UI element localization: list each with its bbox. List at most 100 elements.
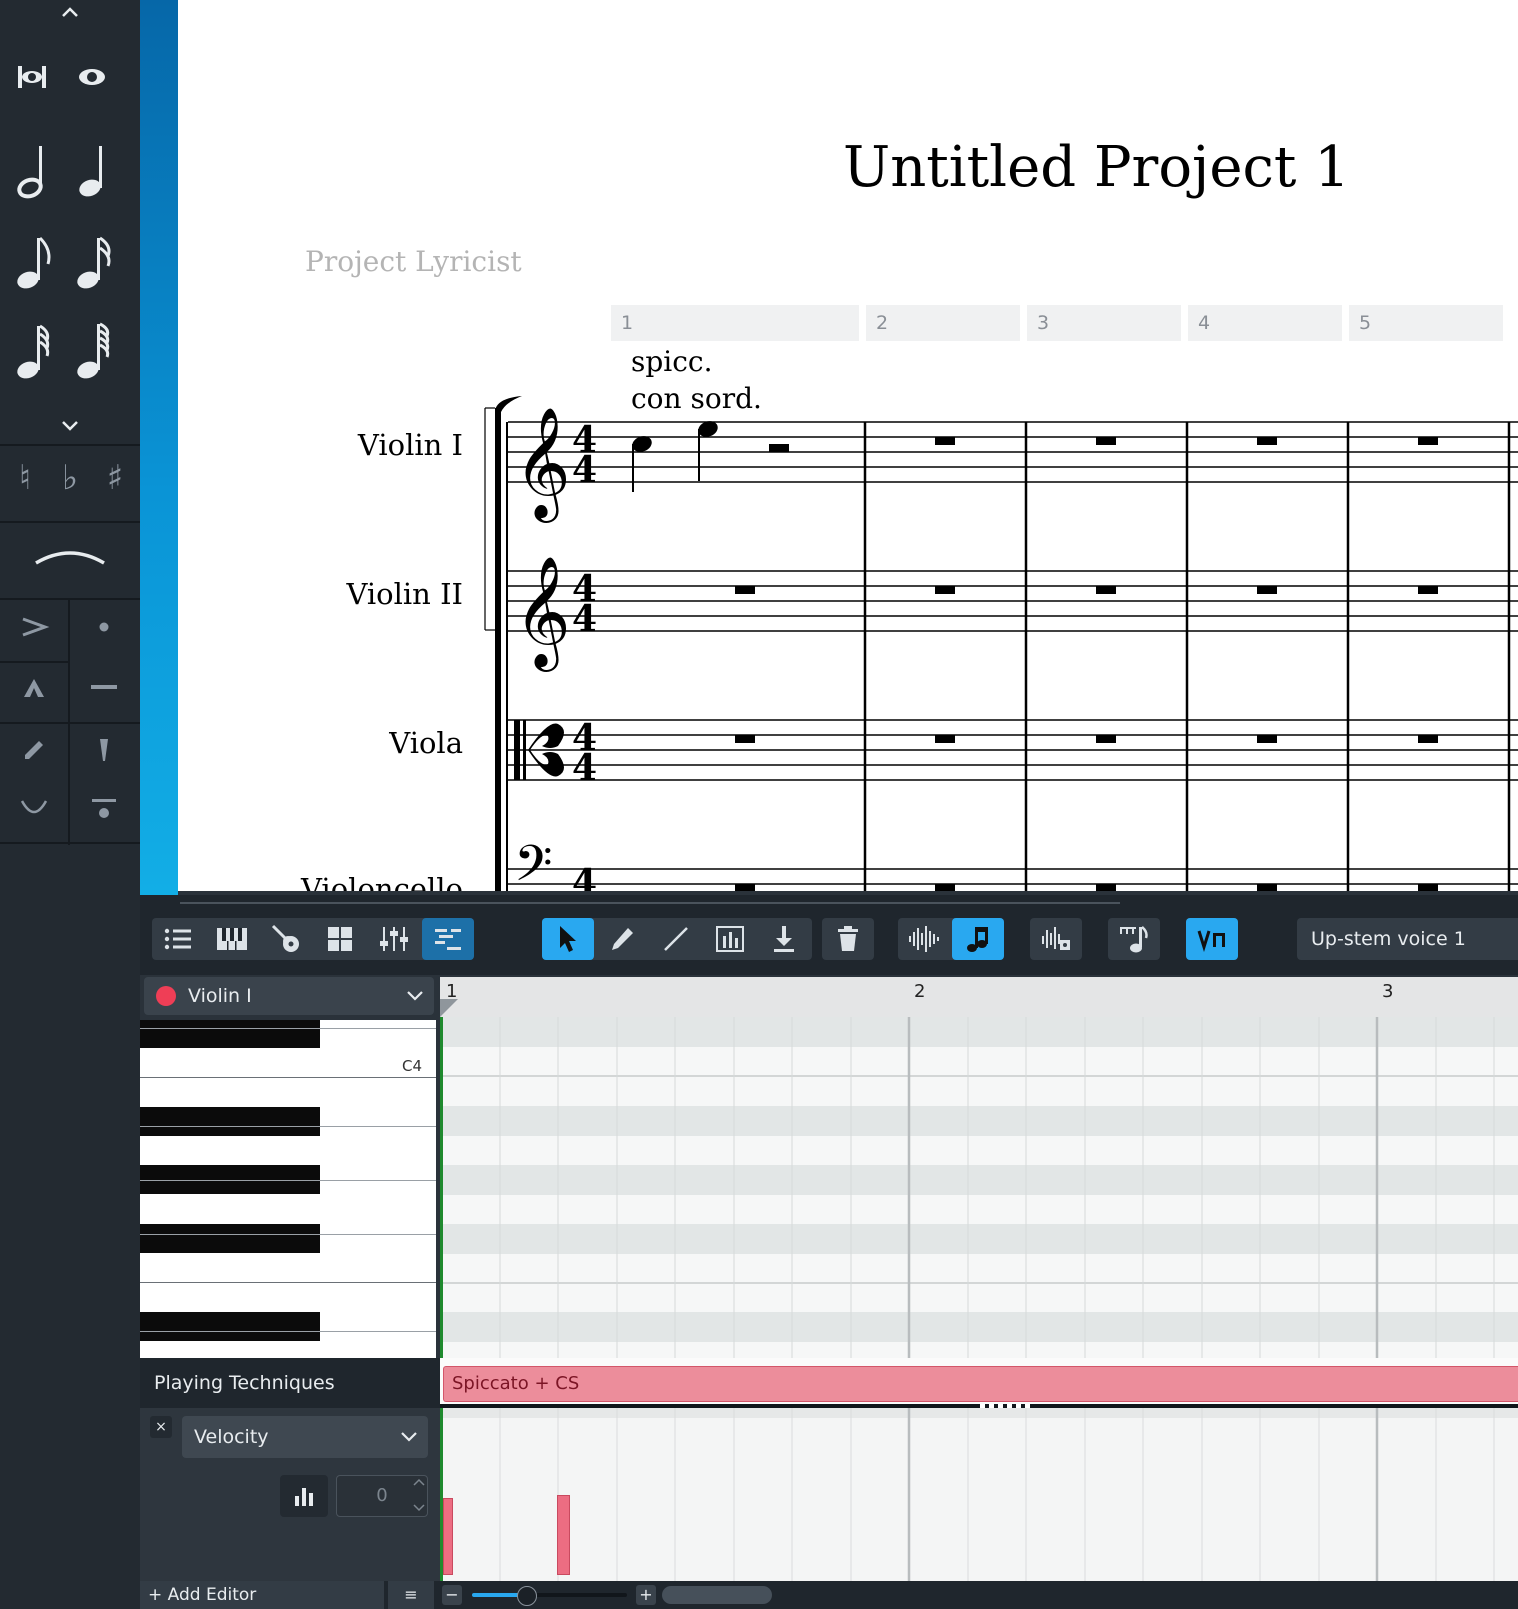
add-editor-button[interactable]: + Add Editor	[140, 1581, 384, 1609]
key-editor-toolbar: Up-stem voice 1	[140, 895, 1518, 975]
c4-label: C4	[402, 1057, 423, 1075]
voice-selector[interactable]: Up-stem voice 1	[1297, 918, 1518, 960]
clefs: 𝄞 𝄞 𝄢	[514, 406, 571, 895]
svg-text:4: 4	[572, 598, 597, 640]
lower-zone-footer: + Add Editor ≡ − +	[140, 1581, 1518, 1609]
black-key[interactable]	[140, 1020, 320, 1048]
sharp-icon[interactable]: ♯	[100, 458, 130, 504]
voice-icon[interactable]	[1186, 918, 1238, 960]
velocity-box-icon[interactable]	[704, 918, 756, 960]
select-arrow-icon[interactable]	[542, 918, 594, 960]
staccato-icon[interactable]	[84, 615, 124, 645]
velocity-lane[interactable]	[440, 1408, 1518, 1581]
velocity-editor-panel: × Velocity 0	[140, 1408, 440, 1581]
tenuto-icon[interactable]	[84, 675, 124, 705]
treble-clef-icon: 𝄞	[514, 555, 571, 672]
piano-icon[interactable]	[206, 918, 258, 960]
zoom-out-button[interactable]: −	[442, 1585, 462, 1605]
eighth-note-icon[interactable]	[12, 232, 56, 292]
controller-lane-name: Velocity	[194, 1426, 269, 1448]
note-icon[interactable]	[952, 918, 1004, 960]
svg-text:4: 4	[572, 747, 597, 789]
dynamics-icon[interactable]	[1030, 918, 1082, 960]
trash-icon[interactable]	[822, 918, 874, 960]
playing-techniques-lane[interactable]: Spiccato + CS	[440, 1358, 1518, 1408]
delete-group	[822, 918, 874, 960]
score-notation[interactable]: 𝄞 𝄞 𝄢 44 44 44 4	[178, 0, 1518, 895]
lower-zone: Up-stem voice 1 Violin I C4 1 2 3 Playin…	[140, 895, 1518, 1609]
ruler-bar-number: 3	[1382, 981, 1394, 1002]
insert-icon[interactable]	[758, 918, 810, 960]
grid-icon[interactable]	[314, 918, 366, 960]
stress-icon[interactable]	[84, 795, 124, 825]
line-icon[interactable]	[650, 918, 702, 960]
track-color-dot	[156, 986, 176, 1006]
technique-segment[interactable]: Spiccato + CS	[443, 1366, 1518, 1402]
track-selector[interactable]: Violin I	[144, 977, 434, 1015]
thirty-second-note-icon[interactable]	[12, 322, 56, 382]
guitar-icon[interactable]	[260, 918, 312, 960]
half-note-icon[interactable]	[12, 140, 56, 200]
playback-group	[898, 918, 1004, 960]
page-edge-background	[140, 0, 178, 895]
whole-rests	[735, 437, 1438, 892]
stepper-arrows-icon[interactable]	[412, 1476, 426, 1514]
quarter-note-icon[interactable]	[72, 140, 116, 200]
chevron-up-icon[interactable]	[55, 0, 85, 24]
tools-group	[542, 918, 812, 960]
controller-lane-selector[interactable]: Velocity	[182, 1416, 428, 1458]
key-editor-icon[interactable]	[422, 918, 474, 960]
waveform-icon[interactable]	[898, 918, 950, 960]
chevron-down-icon	[407, 991, 423, 1001]
bass-clef-icon: 𝄢	[514, 835, 553, 895]
svg-text:4: 4	[572, 449, 597, 491]
playing-techniques-label: Playing Techniques	[140, 1358, 440, 1408]
notes	[632, 421, 789, 492]
velocity-grid	[440, 1408, 1518, 1581]
voice-group	[1186, 918, 1238, 960]
horizontal-scrollbar[interactable]	[662, 1586, 772, 1604]
velocity-bar[interactable]	[557, 1495, 570, 1575]
whole-note-icon[interactable]	[70, 58, 114, 98]
black-key[interactable]	[140, 1224, 320, 1253]
dynamics-group	[1030, 918, 1082, 960]
menu-icon[interactable]: ≡	[388, 1581, 434, 1609]
black-key[interactable]	[140, 1107, 320, 1136]
zoom-slider[interactable]	[472, 1586, 627, 1606]
staccatissimo-icon[interactable]	[14, 737, 54, 767]
double-whole-note-icon[interactable]	[10, 58, 54, 98]
mixer-icon[interactable]	[368, 918, 420, 960]
rhythm-group	[1108, 918, 1160, 960]
ruler[interactable]: 1 2 3	[440, 977, 1518, 1017]
marcato-icon[interactable]	[14, 675, 54, 705]
sixty-fourth-note-icon[interactable]	[72, 322, 116, 382]
accent-icon[interactable]	[14, 615, 54, 645]
note-stem	[632, 444, 634, 492]
note-grid[interactable]: 1 2 3	[440, 977, 1518, 1358]
rhythm-icon[interactable]	[1108, 918, 1160, 960]
up-bow-icon[interactable]	[14, 795, 54, 825]
staves	[508, 421, 1518, 885]
barlines	[863, 422, 1511, 895]
svg-text:4: 4	[572, 862, 597, 895]
time-signatures: 44 44 44 4	[572, 419, 597, 895]
close-icon[interactable]: ×	[150, 1416, 172, 1438]
ruler-bar-number: 2	[914, 981, 926, 1002]
slur-icon[interactable]	[30, 545, 110, 575]
black-key[interactable]	[140, 1312, 320, 1341]
velocity-bar[interactable]	[443, 1498, 453, 1575]
bar-graph-icon[interactable]	[280, 1475, 328, 1517]
sixteenth-note-icon[interactable]	[72, 232, 116, 292]
wedge-icon[interactable]	[84, 737, 124, 767]
playhead[interactable]	[440, 1017, 443, 1358]
flat-icon[interactable]: ♭	[55, 458, 85, 504]
list-icon[interactable]	[152, 918, 204, 960]
pencil-icon[interactable]	[596, 918, 648, 960]
natural-icon[interactable]: ♮	[10, 458, 40, 504]
playhead-marker-icon[interactable]	[440, 995, 460, 1017]
zoom-in-button[interactable]: +	[636, 1585, 656, 1605]
score-page[interactable]: Untitled Project 1 Project Lyricist 1 2 …	[178, 0, 1518, 895]
chevron-down-icon[interactable]	[55, 418, 85, 438]
zoom-slider-handle[interactable]	[517, 1586, 537, 1606]
piano-keyboard[interactable]: C4	[140, 1020, 436, 1358]
